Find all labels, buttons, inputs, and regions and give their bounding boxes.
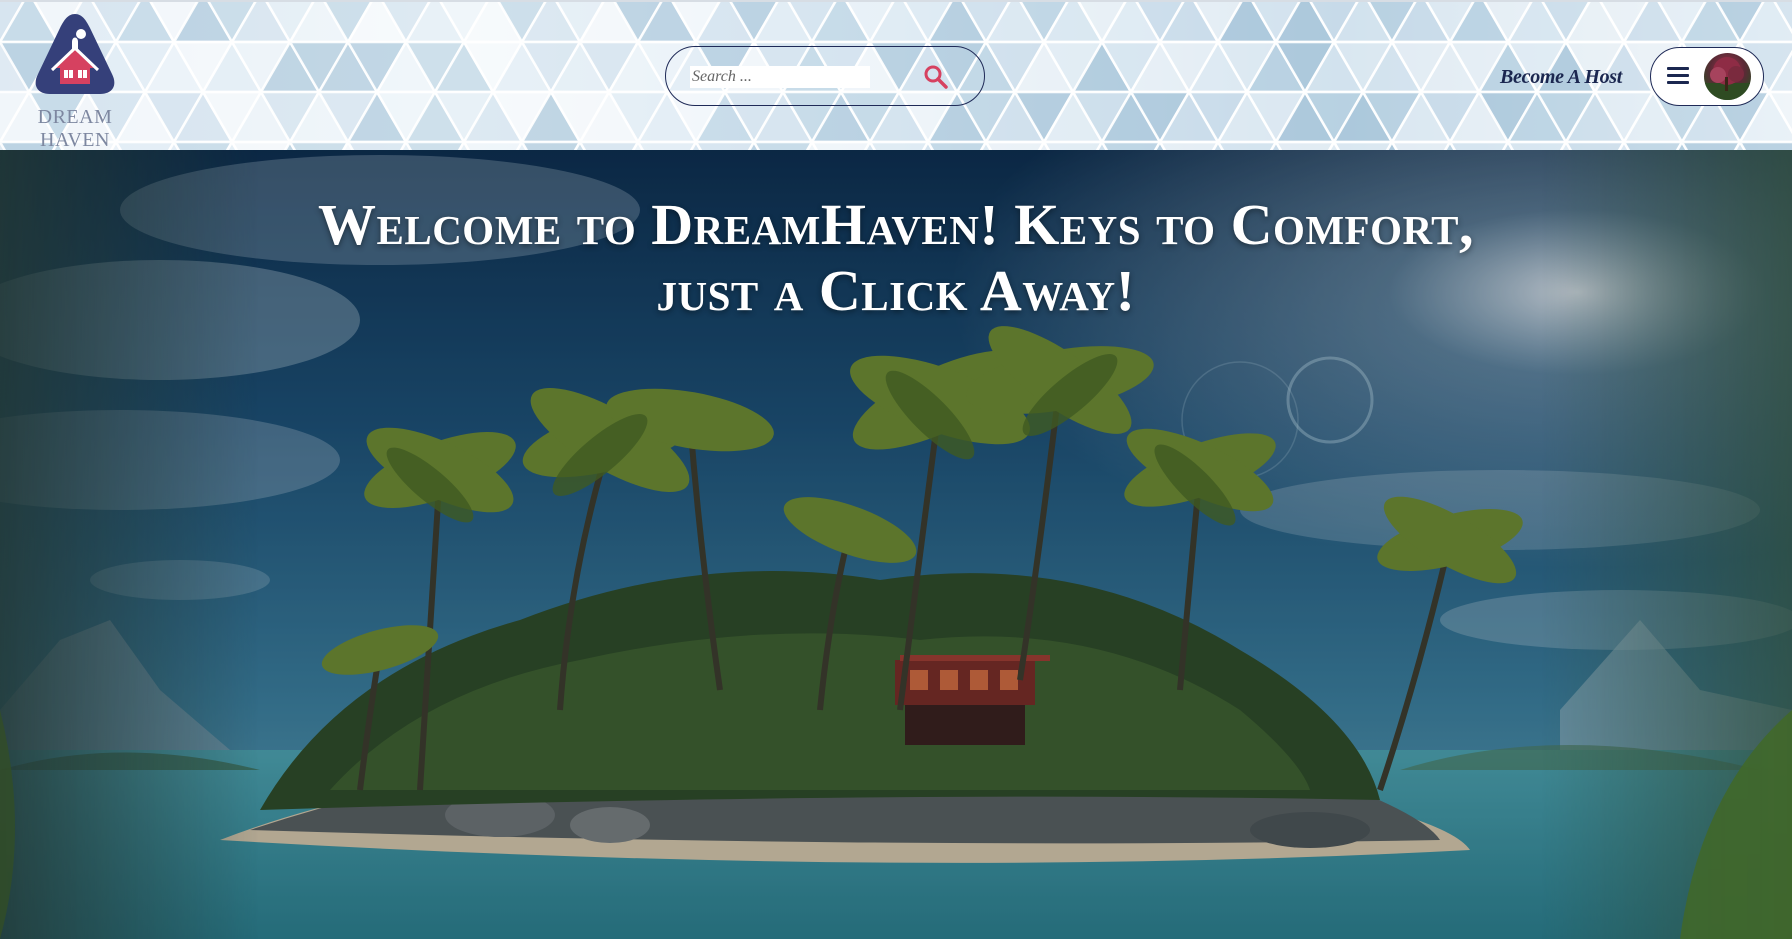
hero-heading-line1: Welcome to DreamHaven! Keys to Comfort, xyxy=(318,192,1474,257)
search-bar xyxy=(665,46,985,106)
site-header: DREAM HAVEN Become A Host xyxy=(0,0,1792,150)
search-button[interactable] xyxy=(922,63,950,91)
logo-text: DREAM HAVEN xyxy=(37,106,113,150)
site-logo[interactable]: DREAM HAVEN xyxy=(10,10,140,150)
hero-heading: Welcome to DreamHaven! Keys to Comfort, … xyxy=(0,192,1792,324)
hero-heading-line2: just a Click Away! xyxy=(656,258,1136,323)
search-input[interactable] xyxy=(690,66,870,88)
hamburger-menu-icon xyxy=(1667,67,1689,85)
become-host-link[interactable]: Become A Host xyxy=(1500,66,1622,90)
profile-menu-button[interactable] xyxy=(1650,47,1764,106)
page-bottom-edge xyxy=(0,939,1792,943)
logo-house-icon xyxy=(35,14,115,94)
search-icon xyxy=(924,65,948,89)
avatar xyxy=(1704,53,1751,100)
hero-banner: Welcome to DreamHaven! Keys to Comfort, … xyxy=(0,150,1792,939)
